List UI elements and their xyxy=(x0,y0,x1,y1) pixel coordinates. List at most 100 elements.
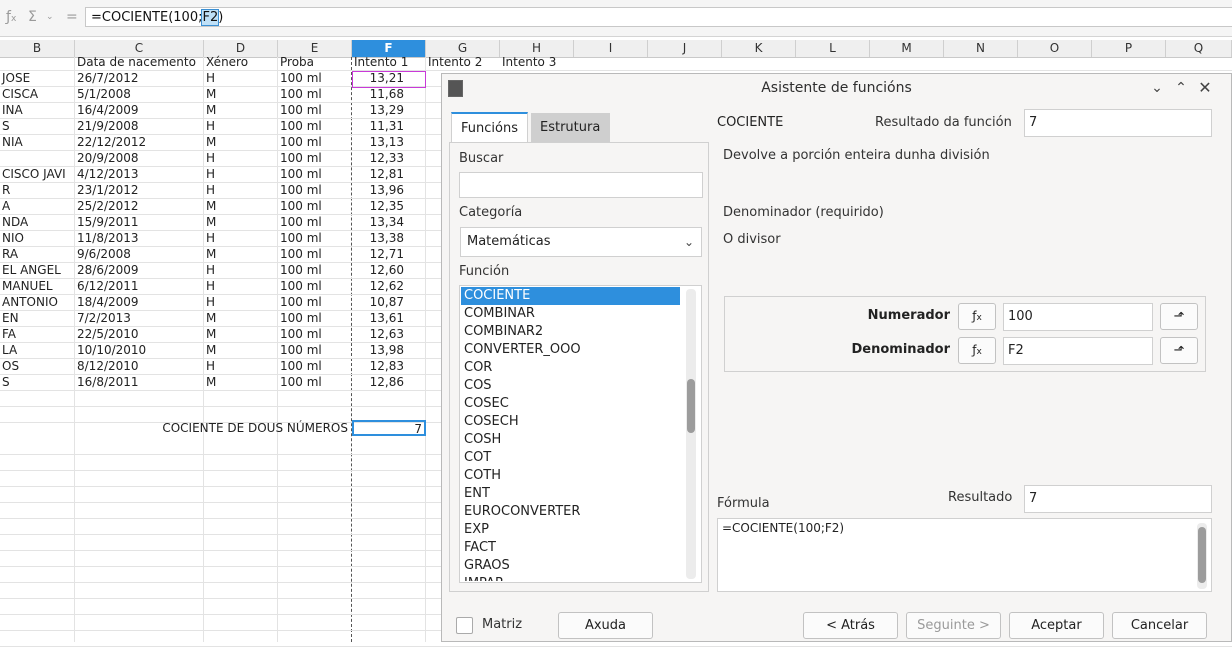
cell-d[interactable]: Xénero xyxy=(204,55,277,70)
cell-b[interactable]: CISCA xyxy=(0,87,74,102)
function-list-item[interactable]: COCIENTE xyxy=(461,287,680,305)
cell-d[interactable]: H xyxy=(204,151,277,166)
cell-e[interactable]: 100 ml xyxy=(278,119,351,134)
cell-c[interactable]: 26/7/2012 xyxy=(75,71,203,86)
tab-funcions[interactable]: Funcións xyxy=(451,112,528,142)
function-list-item[interactable]: COSECH xyxy=(461,413,680,431)
cell-f[interactable]: 13,61 xyxy=(352,311,425,326)
cell-c[interactable]: 5/1/2008 xyxy=(75,87,203,102)
cell-d[interactable]: H xyxy=(204,71,277,86)
back-button[interactable]: < Atrás xyxy=(803,612,898,639)
cell-d[interactable]: M xyxy=(204,375,277,390)
function-list[interactable]: COCIENTE COMBINAR COMBINAR2 CONVERTER_OOO CO… xyxy=(459,285,702,583)
cell-g[interactable]: Intento 2 xyxy=(426,55,499,70)
scrollbar-thumb[interactable] xyxy=(687,379,695,433)
cell-d[interactable]: H xyxy=(204,119,277,134)
function-list-item[interactable]: COSEC xyxy=(461,395,680,413)
cell-d[interactable]: M xyxy=(204,327,277,342)
minimize-icon[interactable]: ⌄ xyxy=(1147,78,1167,98)
cell-c[interactable]: 23/1/2012 xyxy=(75,183,203,198)
cell-f[interactable]: 12,63 xyxy=(352,327,425,342)
cell-d[interactable]: H xyxy=(204,359,277,374)
cell-d[interactable]: M xyxy=(204,199,277,214)
cell-c[interactable]: 25/2/2012 xyxy=(75,199,203,214)
cell-b[interactable] xyxy=(0,151,74,166)
cell-b[interactable]: NIA xyxy=(0,135,74,150)
cell-c[interactable]: 10/10/2010 xyxy=(75,343,203,358)
cell-e[interactable]: 100 ml xyxy=(278,87,351,102)
sum-icon[interactable]: Σ xyxy=(28,9,37,25)
cell-e[interactable]: 100 ml xyxy=(278,375,351,390)
cell-e[interactable]: 100 ml xyxy=(278,135,351,150)
cell-f[interactable]: 13,38 xyxy=(352,231,425,246)
cell-c[interactable]: 11/8/2013 xyxy=(75,231,203,246)
cell-f[interactable]: 12,71 xyxy=(352,247,425,262)
cell-e[interactable]: 100 ml xyxy=(278,343,351,358)
category-select[interactable]: Matemáticas ⌄ xyxy=(460,227,702,257)
cell-h[interactable]: Intento 3 xyxy=(500,55,573,70)
function-list-item[interactable]: GRAOS xyxy=(461,557,680,575)
cell-d[interactable]: M xyxy=(204,311,277,326)
fx-icon[interactable]: ƒx xyxy=(958,337,996,364)
cell-b[interactable]: ANTONIO xyxy=(0,295,74,310)
cell-b[interactable]: MANUEL xyxy=(0,279,74,294)
quotient-value-cell[interactable]: 7 xyxy=(352,420,426,436)
cell-f[interactable]: 11,31 xyxy=(352,119,425,134)
cell-d[interactable]: H xyxy=(204,279,277,294)
search-input[interactable] xyxy=(459,172,703,198)
cell-f[interactable]: 12,81 xyxy=(352,167,425,182)
cell-c[interactable]: 8/12/2010 xyxy=(75,359,203,374)
cell-f[interactable]: 13,34 xyxy=(352,215,425,230)
cell-c[interactable]: 15/9/2011 xyxy=(75,215,203,230)
cell-b[interactable]: NDA xyxy=(0,215,74,230)
cell-b[interactable]: JOSE xyxy=(0,71,74,86)
cell-e[interactable]: 100 ml xyxy=(278,327,351,342)
function-list-item[interactable]: COSH xyxy=(461,431,680,449)
cell-e[interactable]: 100 ml xyxy=(278,247,351,262)
cell-b[interactable]: NIO xyxy=(0,231,74,246)
cell-c[interactable]: 22/5/2010 xyxy=(75,327,203,342)
cell-c[interactable]: 20/9/2008 xyxy=(75,151,203,166)
function-list-item[interactable]: EXP xyxy=(461,521,680,539)
fx-icon[interactable]: ƒx xyxy=(958,303,996,330)
cell-d[interactable]: M xyxy=(204,87,277,102)
cell-e[interactable]: 100 ml xyxy=(278,103,351,118)
arg-input-numerador[interactable]: 100 xyxy=(1003,303,1153,331)
cell-d[interactable]: M xyxy=(204,343,277,358)
formula-editor[interactable]: =COCIENTE(100;F2) xyxy=(717,518,1212,592)
cell-b[interactable]: EN xyxy=(0,311,74,326)
function-list-item[interactable]: COMBINAR2 xyxy=(461,323,680,341)
close-icon[interactable]: ✕ xyxy=(1195,78,1215,98)
cell-f[interactable]: 11,68 xyxy=(352,87,425,102)
cell-b[interactable]: R xyxy=(0,183,74,198)
cell-c[interactable]: 9/6/2008 xyxy=(75,247,203,262)
cell-e[interactable]: 100 ml xyxy=(278,359,351,374)
cell-c[interactable]: 28/6/2009 xyxy=(75,263,203,278)
cell-e[interactable]: Proba xyxy=(278,55,351,70)
function-list-item[interactable]: COMBINAR xyxy=(461,305,680,323)
cell-d[interactable]: H xyxy=(204,295,277,310)
function-list-item[interactable]: EUROCONVERTER xyxy=(461,503,680,521)
cell-b[interactable]: S xyxy=(0,119,74,134)
fx-icon[interactable]: ƒx xyxy=(6,9,16,25)
cell-b[interactable]: A xyxy=(0,199,74,214)
cell-c[interactable]: 22/12/2012 xyxy=(75,135,203,150)
cell-e[interactable]: 100 ml xyxy=(278,151,351,166)
cell-e[interactable]: 100 ml xyxy=(278,183,351,198)
cell-b[interactable]: CISCO JAVI xyxy=(0,167,74,182)
cell-f[interactable]: Intento 1 xyxy=(352,55,425,70)
cell-c[interactable]: 4/12/2013 xyxy=(75,167,203,182)
cell-c[interactable]: 16/8/2011 xyxy=(75,375,203,390)
shrink-icon[interactable]: ⬏ xyxy=(1160,303,1198,330)
cell-b[interactable]: OS xyxy=(0,359,74,374)
cell-e[interactable]: 100 ml xyxy=(278,199,351,214)
equals-icon[interactable]: = xyxy=(66,9,78,25)
cancel-button[interactable]: Cancelar xyxy=(1112,612,1207,639)
cell-f[interactable]: 10,87 xyxy=(352,295,425,310)
cell-d[interactable]: H xyxy=(204,263,277,278)
cell-b[interactable]: EL ANGEL xyxy=(0,263,74,278)
tab-estrutura[interactable]: Estrutura xyxy=(531,113,610,143)
cell-f[interactable]: 13,98 xyxy=(352,343,425,358)
cell-f[interactable]: 13,29 xyxy=(352,103,425,118)
cell-e[interactable]: 100 ml xyxy=(278,311,351,326)
